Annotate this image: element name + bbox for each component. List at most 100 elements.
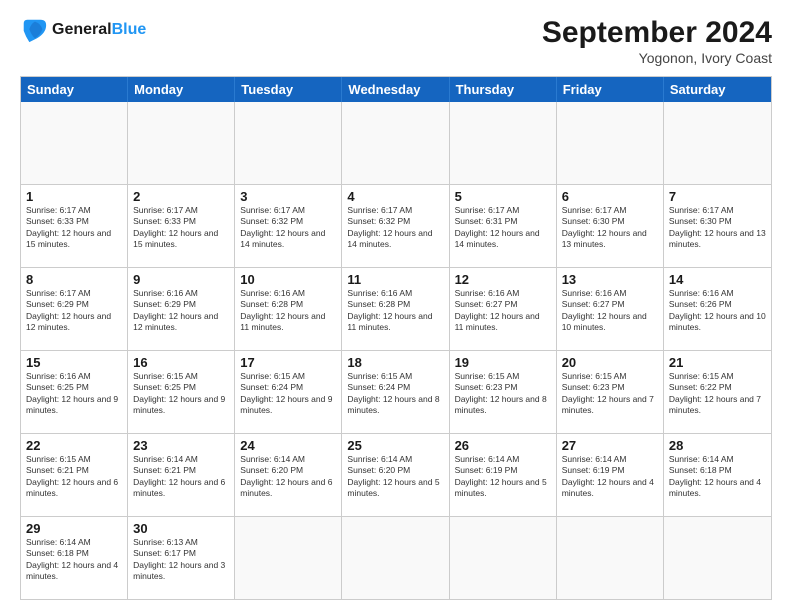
calendar-row-2: 8Sunrise: 6:17 AM Sunset: 6:29 PM Daylig… <box>21 267 771 350</box>
day-number: 26 <box>455 438 551 453</box>
calendar-cell-4-5: 27Sunrise: 6:14 AM Sunset: 6:19 PM Dayli… <box>557 434 664 516</box>
header-sunday: Sunday <box>21 77 128 102</box>
calendar-cell-2-2: 10Sunrise: 6:16 AM Sunset: 6:28 PM Dayli… <box>235 268 342 350</box>
calendar-header: Sunday Monday Tuesday Wednesday Thursday… <box>21 77 771 102</box>
calendar-cell-4-3: 25Sunrise: 6:14 AM Sunset: 6:20 PM Dayli… <box>342 434 449 516</box>
calendar-cell-0-0 <box>21 102 128 184</box>
calendar-cell-3-6: 21Sunrise: 6:15 AM Sunset: 6:22 PM Dayli… <box>664 351 771 433</box>
day-info: Sunrise: 6:17 AM Sunset: 6:32 PM Dayligh… <box>240 205 336 251</box>
day-number: 14 <box>669 272 766 287</box>
day-info: Sunrise: 6:14 AM Sunset: 6:18 PM Dayligh… <box>26 537 122 583</box>
calendar-cell-4-0: 22Sunrise: 6:15 AM Sunset: 6:21 PM Dayli… <box>21 434 128 516</box>
calendar-cell-2-4: 12Sunrise: 6:16 AM Sunset: 6:27 PM Dayli… <box>450 268 557 350</box>
day-info: Sunrise: 6:16 AM Sunset: 6:28 PM Dayligh… <box>347 288 443 334</box>
calendar-cell-5-1: 30Sunrise: 6:13 AM Sunset: 6:17 PM Dayli… <box>128 517 235 599</box>
calendar-cell-2-0: 8Sunrise: 6:17 AM Sunset: 6:29 PM Daylig… <box>21 268 128 350</box>
calendar-cell-1-1: 2Sunrise: 6:17 AM Sunset: 6:33 PM Daylig… <box>128 185 235 267</box>
day-info: Sunrise: 6:15 AM Sunset: 6:24 PM Dayligh… <box>347 371 443 417</box>
day-number: 2 <box>133 189 229 204</box>
calendar-cell-0-2 <box>235 102 342 184</box>
subtitle: Yogonon, Ivory Coast <box>542 50 772 66</box>
calendar-cell-2-3: 11Sunrise: 6:16 AM Sunset: 6:28 PM Dayli… <box>342 268 449 350</box>
day-number: 10 <box>240 272 336 287</box>
day-info: Sunrise: 6:15 AM Sunset: 6:22 PM Dayligh… <box>669 371 766 417</box>
header-friday: Friday <box>557 77 664 102</box>
day-number: 24 <box>240 438 336 453</box>
day-number: 23 <box>133 438 229 453</box>
day-number: 15 <box>26 355 122 370</box>
day-number: 16 <box>133 355 229 370</box>
day-info: Sunrise: 6:15 AM Sunset: 6:25 PM Dayligh… <box>133 371 229 417</box>
day-info: Sunrise: 6:16 AM Sunset: 6:27 PM Dayligh… <box>455 288 551 334</box>
calendar-row-3: 15Sunrise: 6:16 AM Sunset: 6:25 PM Dayli… <box>21 350 771 433</box>
calendar-cell-2-5: 13Sunrise: 6:16 AM Sunset: 6:27 PM Dayli… <box>557 268 664 350</box>
calendar-row-0 <box>21 102 771 184</box>
calendar-cell-5-3 <box>342 517 449 599</box>
day-number: 20 <box>562 355 658 370</box>
day-info: Sunrise: 6:14 AM Sunset: 6:19 PM Dayligh… <box>455 454 551 500</box>
calendar-cell-1-6: 7Sunrise: 6:17 AM Sunset: 6:30 PM Daylig… <box>664 185 771 267</box>
calendar-cell-4-1: 23Sunrise: 6:14 AM Sunset: 6:21 PM Dayli… <box>128 434 235 516</box>
day-info: Sunrise: 6:14 AM Sunset: 6:19 PM Dayligh… <box>562 454 658 500</box>
calendar-cell-3-1: 16Sunrise: 6:15 AM Sunset: 6:25 PM Dayli… <box>128 351 235 433</box>
day-number: 30 <box>133 521 229 536</box>
calendar-cell-3-0: 15Sunrise: 6:16 AM Sunset: 6:25 PM Dayli… <box>21 351 128 433</box>
logo-text: GeneralBlue <box>52 21 146 39</box>
day-info: Sunrise: 6:16 AM Sunset: 6:29 PM Dayligh… <box>133 288 229 334</box>
day-info: Sunrise: 6:17 AM Sunset: 6:29 PM Dayligh… <box>26 288 122 334</box>
calendar-cell-2-6: 14Sunrise: 6:16 AM Sunset: 6:26 PM Dayli… <box>664 268 771 350</box>
day-info: Sunrise: 6:16 AM Sunset: 6:27 PM Dayligh… <box>562 288 658 334</box>
day-number: 9 <box>133 272 229 287</box>
day-info: Sunrise: 6:14 AM Sunset: 6:20 PM Dayligh… <box>240 454 336 500</box>
main-title: September 2024 <box>542 16 772 50</box>
day-number: 7 <box>669 189 766 204</box>
logo: GeneralBlue <box>20 16 146 44</box>
day-number: 21 <box>669 355 766 370</box>
day-number: 29 <box>26 521 122 536</box>
calendar-cell-4-4: 26Sunrise: 6:14 AM Sunset: 6:19 PM Dayli… <box>450 434 557 516</box>
calendar-cell-0-1 <box>128 102 235 184</box>
day-info: Sunrise: 6:17 AM Sunset: 6:33 PM Dayligh… <box>133 205 229 251</box>
day-info: Sunrise: 6:17 AM Sunset: 6:30 PM Dayligh… <box>669 205 766 251</box>
calendar-cell-4-2: 24Sunrise: 6:14 AM Sunset: 6:20 PM Dayli… <box>235 434 342 516</box>
day-number: 17 <box>240 355 336 370</box>
calendar-cell-4-6: 28Sunrise: 6:14 AM Sunset: 6:18 PM Dayli… <box>664 434 771 516</box>
calendar-row-1: 1Sunrise: 6:17 AM Sunset: 6:33 PM Daylig… <box>21 184 771 267</box>
calendar: Sunday Monday Tuesday Wednesday Thursday… <box>20 76 772 600</box>
header-tuesday: Tuesday <box>235 77 342 102</box>
day-number: 19 <box>455 355 551 370</box>
day-info: Sunrise: 6:15 AM Sunset: 6:21 PM Dayligh… <box>26 454 122 500</box>
day-info: Sunrise: 6:16 AM Sunset: 6:25 PM Dayligh… <box>26 371 122 417</box>
day-number: 25 <box>347 438 443 453</box>
calendar-cell-1-0: 1Sunrise: 6:17 AM Sunset: 6:33 PM Daylig… <box>21 185 128 267</box>
day-info: Sunrise: 6:17 AM Sunset: 6:32 PM Dayligh… <box>347 205 443 251</box>
day-info: Sunrise: 6:15 AM Sunset: 6:23 PM Dayligh… <box>455 371 551 417</box>
calendar-cell-0-3 <box>342 102 449 184</box>
calendar-cell-5-2 <box>235 517 342 599</box>
header-thursday: Thursday <box>450 77 557 102</box>
calendar-cell-1-3: 4Sunrise: 6:17 AM Sunset: 6:32 PM Daylig… <box>342 185 449 267</box>
day-number: 6 <box>562 189 658 204</box>
day-number: 27 <box>562 438 658 453</box>
day-info: Sunrise: 6:16 AM Sunset: 6:26 PM Dayligh… <box>669 288 766 334</box>
day-number: 8 <box>26 272 122 287</box>
calendar-cell-0-6 <box>664 102 771 184</box>
day-number: 5 <box>455 189 551 204</box>
day-info: Sunrise: 6:15 AM Sunset: 6:23 PM Dayligh… <box>562 371 658 417</box>
calendar-cell-2-1: 9Sunrise: 6:16 AM Sunset: 6:29 PM Daylig… <box>128 268 235 350</box>
day-info: Sunrise: 6:17 AM Sunset: 6:33 PM Dayligh… <box>26 205 122 251</box>
calendar-body: 1Sunrise: 6:17 AM Sunset: 6:33 PM Daylig… <box>21 102 771 599</box>
calendar-cell-5-5 <box>557 517 664 599</box>
calendar-cell-0-4 <box>450 102 557 184</box>
day-number: 22 <box>26 438 122 453</box>
calendar-cell-5-4 <box>450 517 557 599</box>
header-wednesday: Wednesday <box>342 77 449 102</box>
calendar-row-5: 29Sunrise: 6:14 AM Sunset: 6:18 PM Dayli… <box>21 516 771 599</box>
day-number: 13 <box>562 272 658 287</box>
day-number: 4 <box>347 189 443 204</box>
calendar-cell-3-2: 17Sunrise: 6:15 AM Sunset: 6:24 PM Dayli… <box>235 351 342 433</box>
day-info: Sunrise: 6:17 AM Sunset: 6:31 PM Dayligh… <box>455 205 551 251</box>
day-info: Sunrise: 6:17 AM Sunset: 6:30 PM Dayligh… <box>562 205 658 251</box>
calendar-cell-0-5 <box>557 102 664 184</box>
header: GeneralBlue September 2024 Yogonon, Ivor… <box>20 16 772 66</box>
